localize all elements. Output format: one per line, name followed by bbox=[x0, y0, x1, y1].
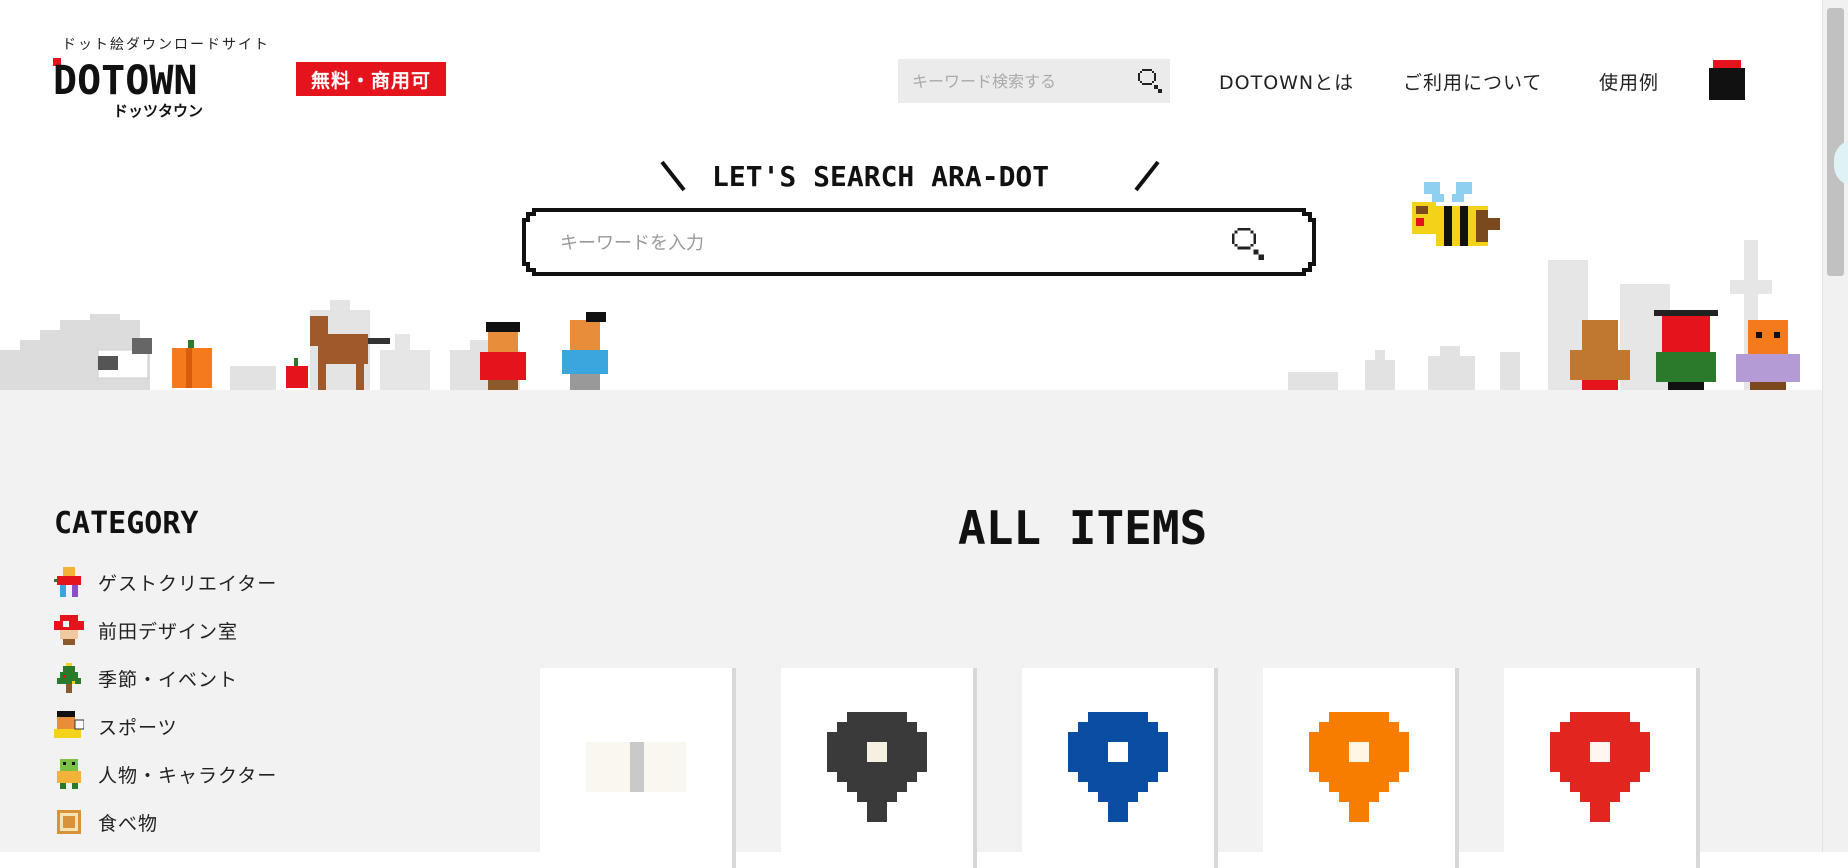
category-heading: CATEGORY bbox=[54, 506, 199, 541]
category-label: 食べ物 bbox=[98, 812, 159, 835]
logo-wordmark: DOTOWN bbox=[53, 58, 198, 104]
category-item-characters[interactable]: 人物・キャラクター bbox=[54, 750, 277, 798]
map-pin-icon bbox=[1068, 712, 1168, 822]
nav-terms[interactable]: ご利用について bbox=[1403, 68, 1542, 95]
header-search bbox=[898, 59, 1170, 103]
category-item-food[interactable]: 食べ物 bbox=[54, 798, 277, 846]
category-label: 季節・イベント bbox=[98, 668, 239, 691]
cube-icon[interactable] bbox=[1709, 60, 1745, 100]
item-card[interactable] bbox=[540, 668, 732, 868]
item-card[interactable] bbox=[781, 668, 973, 868]
free-commercial-badge: 無料・商用可 bbox=[296, 62, 446, 96]
map-pin-icon bbox=[827, 712, 927, 822]
site-tagline: ドット絵ダウンロードサイト bbox=[62, 37, 270, 53]
paper-icon bbox=[586, 742, 686, 792]
category-list: ゲストクリエイター 前田デザイン室 季節・イベント スポーツ 人物・キャラクター… bbox=[54, 558, 277, 846]
tree-icon bbox=[57, 663, 81, 693]
category-label: スポーツ bbox=[98, 716, 178, 739]
category-label: 前田デザイン室 bbox=[98, 620, 239, 643]
content-area: CATEGORY ゲストクリエイター 前田デザイン室 季節・イベント スポーツ … bbox=[0, 390, 1822, 868]
item-card[interactable] bbox=[1504, 668, 1696, 868]
logo-kana: ドッツタウン bbox=[113, 102, 203, 120]
guest-icon bbox=[54, 567, 81, 597]
nav-examples[interactable]: 使用例 bbox=[1599, 68, 1659, 95]
character-icon bbox=[57, 759, 81, 789]
item-card[interactable] bbox=[1263, 668, 1455, 868]
hero-catchphrase: LET'S SEARCH ARA-DOT bbox=[660, 160, 1160, 193]
site-header: ドット絵ダウンロードサイト DOTOWN ドッツタウン 無料・商用可 DOTOW… bbox=[0, 0, 1822, 390]
category-label: ゲストクリエイター bbox=[98, 572, 278, 595]
catchphrase-text: LET'S SEARCH ARA-DOT bbox=[712, 160, 1049, 193]
category-item-guest[interactable]: ゲストクリエイター bbox=[54, 558, 277, 606]
category-item-season[interactable]: 季節・イベント bbox=[54, 654, 277, 702]
page-scrollbar[interactable] bbox=[1822, 0, 1848, 852]
sports-icon bbox=[54, 711, 84, 738]
search-icon[interactable] bbox=[1138, 69, 1162, 93]
category-item-maeda[interactable]: 前田デザイン室 bbox=[54, 606, 277, 654]
map-pin-icon bbox=[1550, 712, 1650, 822]
category-label: 人物・キャラクター bbox=[98, 764, 278, 787]
all-items-heading-text: ALL ITEMS bbox=[958, 502, 1207, 552]
header-search-input[interactable] bbox=[898, 59, 1132, 103]
map-pin-icon bbox=[1309, 712, 1409, 822]
hero-pixel-scenery bbox=[0, 240, 1800, 390]
scrollbar-thumb[interactable] bbox=[1827, 8, 1844, 276]
category-heading-text: CATEGORY bbox=[54, 506, 199, 541]
nav-about[interactable]: DOTOWNとは bbox=[1219, 68, 1354, 95]
mushroom-icon bbox=[54, 615, 84, 645]
food-icon bbox=[57, 810, 81, 834]
category-item-sports[interactable]: スポーツ bbox=[54, 702, 277, 750]
item-card[interactable] bbox=[1022, 668, 1214, 868]
all-items-heading: ALL ITEMS bbox=[958, 502, 1207, 552]
dotown-logo[interactable]: DOTOWN ドッツタウン bbox=[53, 58, 283, 120]
